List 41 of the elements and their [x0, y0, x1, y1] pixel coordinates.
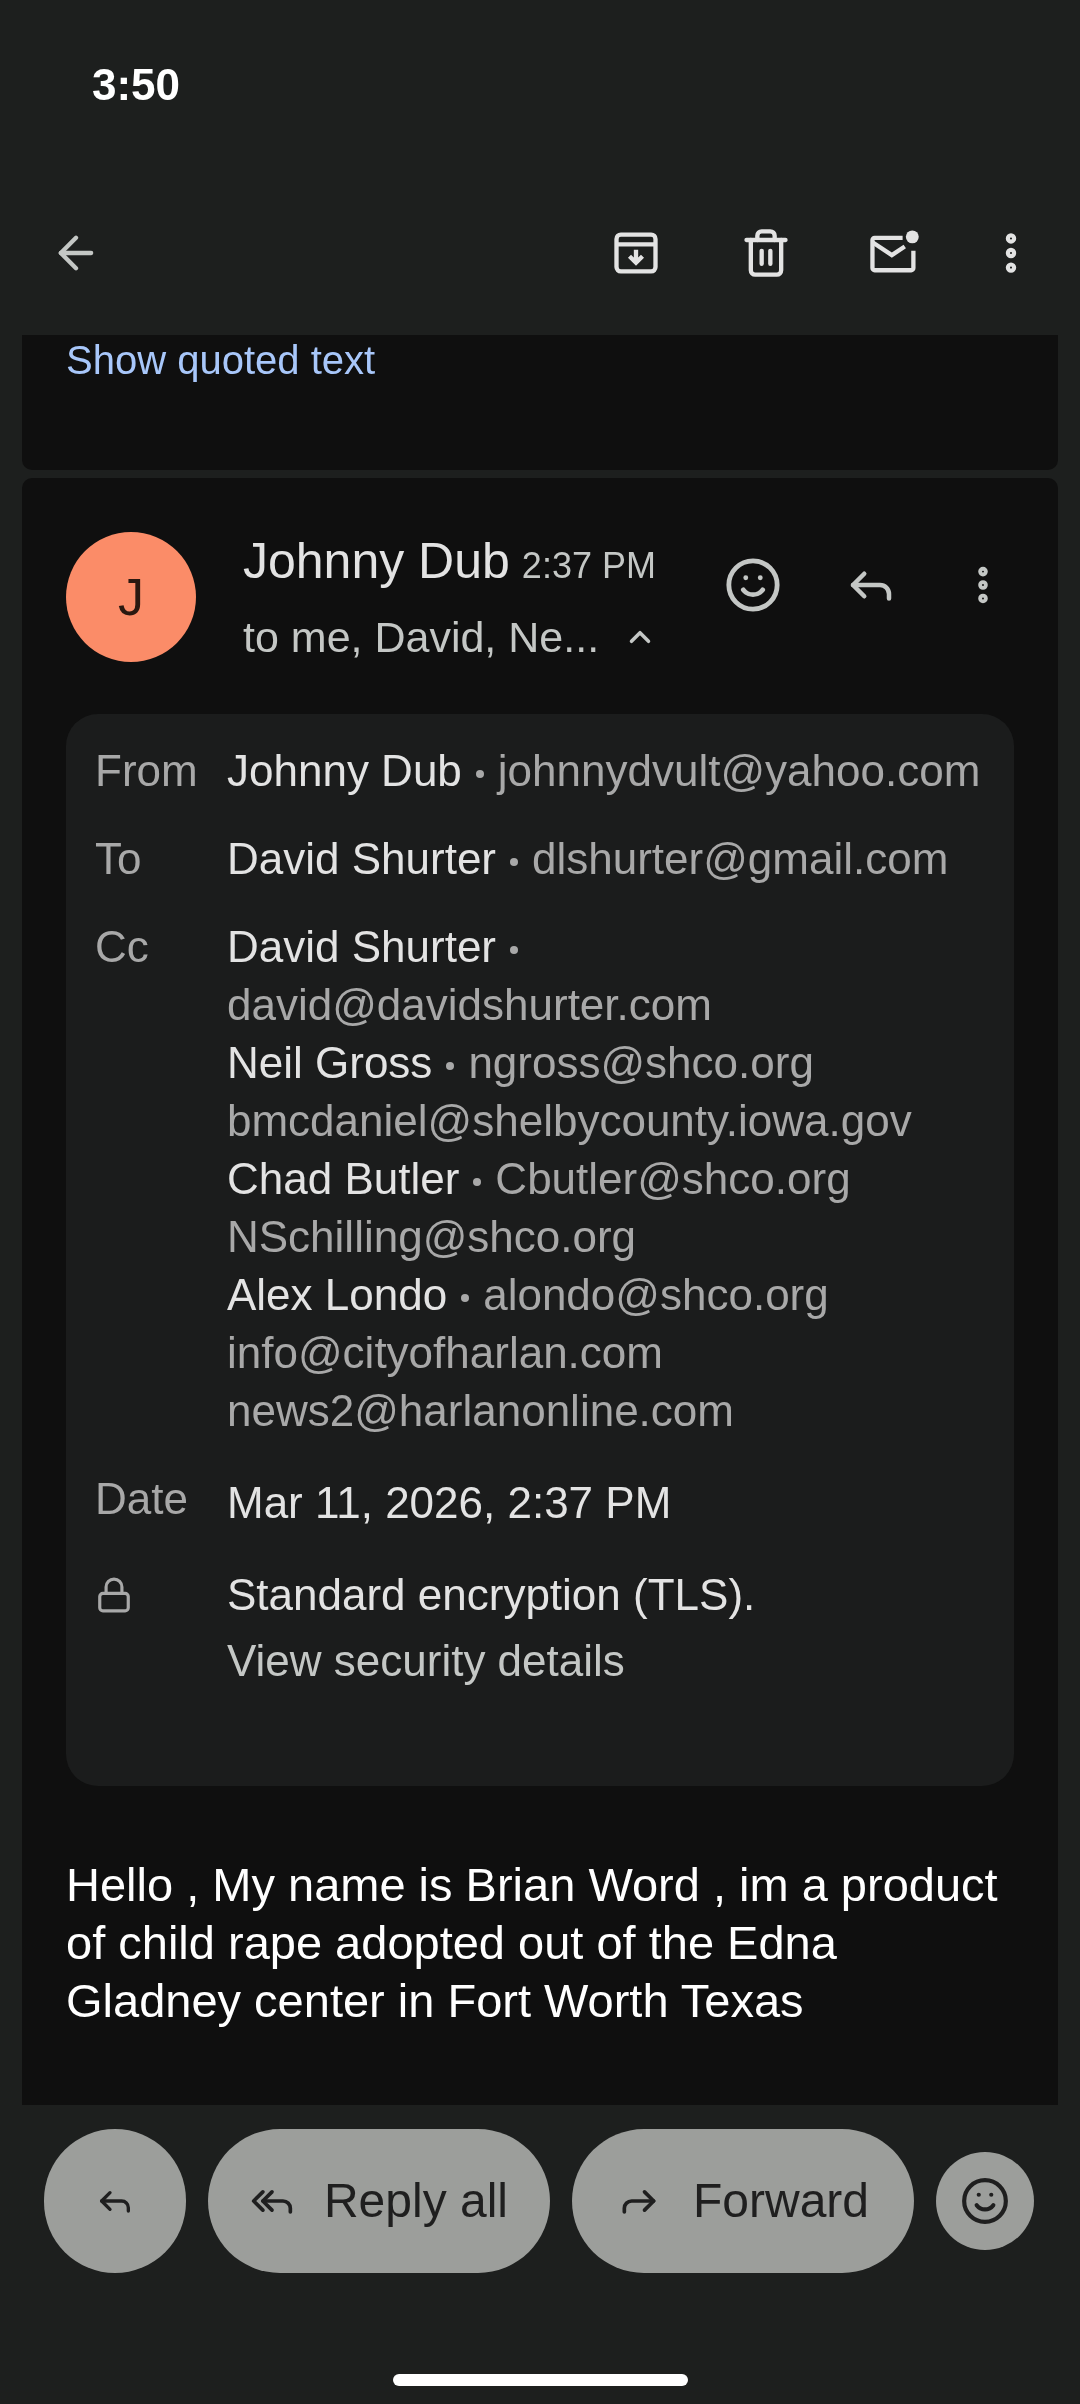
contact-email: bmcdaniel@shelbycounty.iowa.gov — [227, 1095, 912, 1145]
contact-email: ngross@shco.org — [468, 1037, 814, 1087]
contact-email: Cbutler@shco.org — [495, 1153, 851, 1203]
detail-value: Mar 11, 2026, 2:37 PM — [227, 1477, 672, 1527]
bullet-icon — [473, 1177, 482, 1186]
contact-email: news2@harlanonline.com — [227, 1385, 734, 1435]
message-body: Hello , My name is Brian Word , im a product of child rape adopted out of the Edna Gladney center in Fort Worth Texas — [66, 1856, 999, 2029]
contact-email: alondo@shco.org — [483, 1269, 829, 1319]
contact-email: dlshurter@gmail.com — [532, 833, 949, 883]
forward-button[interactable]: Forward — [572, 2128, 914, 2273]
detail-label: Date — [95, 1472, 189, 1525]
contact-name: Chad Butler — [227, 1153, 460, 1203]
detail-label: To — [95, 832, 143, 885]
smiley-icon — [960, 2175, 1010, 2226]
encryption-text: Standard encryption (TLS). — [227, 1568, 756, 1621]
bullet-icon — [446, 1061, 455, 1070]
contact-name: David Shurter — [227, 921, 496, 971]
contact-email: david@davidshurter.com — [227, 979, 712, 1029]
contact-email: johnnydvult@yahoo.com — [497, 745, 981, 795]
contact-name: Alex Londo — [227, 1269, 448, 1319]
security-details-link[interactable]: View security details — [227, 1631, 625, 1690]
contact-name: Neil Gross — [227, 1037, 433, 1087]
avatar: J — [66, 532, 196, 662]
reply-all-button[interactable]: Reply all — [208, 2128, 550, 2273]
contact-email: NSchilling@shco.org — [227, 1211, 637, 1261]
bullet-icon — [510, 945, 518, 954]
message-time: 2:37 PM — [521, 544, 656, 588]
bullet-icon — [461, 1293, 470, 1302]
detail-label: From — [95, 744, 199, 797]
smiley-icon[interactable] — [724, 556, 782, 614]
contact-name: Johnny Dub — [227, 745, 462, 795]
recipients-summary: to me, David, Ne... — [243, 612, 600, 663]
show-quoted-text-link[interactable]: Show quoted text — [66, 338, 376, 382]
detail-label: Cc — [95, 920, 150, 973]
contact-name: David Shurter — [227, 833, 496, 883]
lock-icon — [95, 1575, 133, 1614]
status-time: 3:50 — [92, 59, 181, 111]
sender-name: Johnny Dub — [243, 532, 510, 591]
bullet-icon — [510, 857, 518, 866]
contact-email: info@cityofharlan.com — [227, 1327, 663, 1377]
bullet-icon — [475, 769, 484, 778]
